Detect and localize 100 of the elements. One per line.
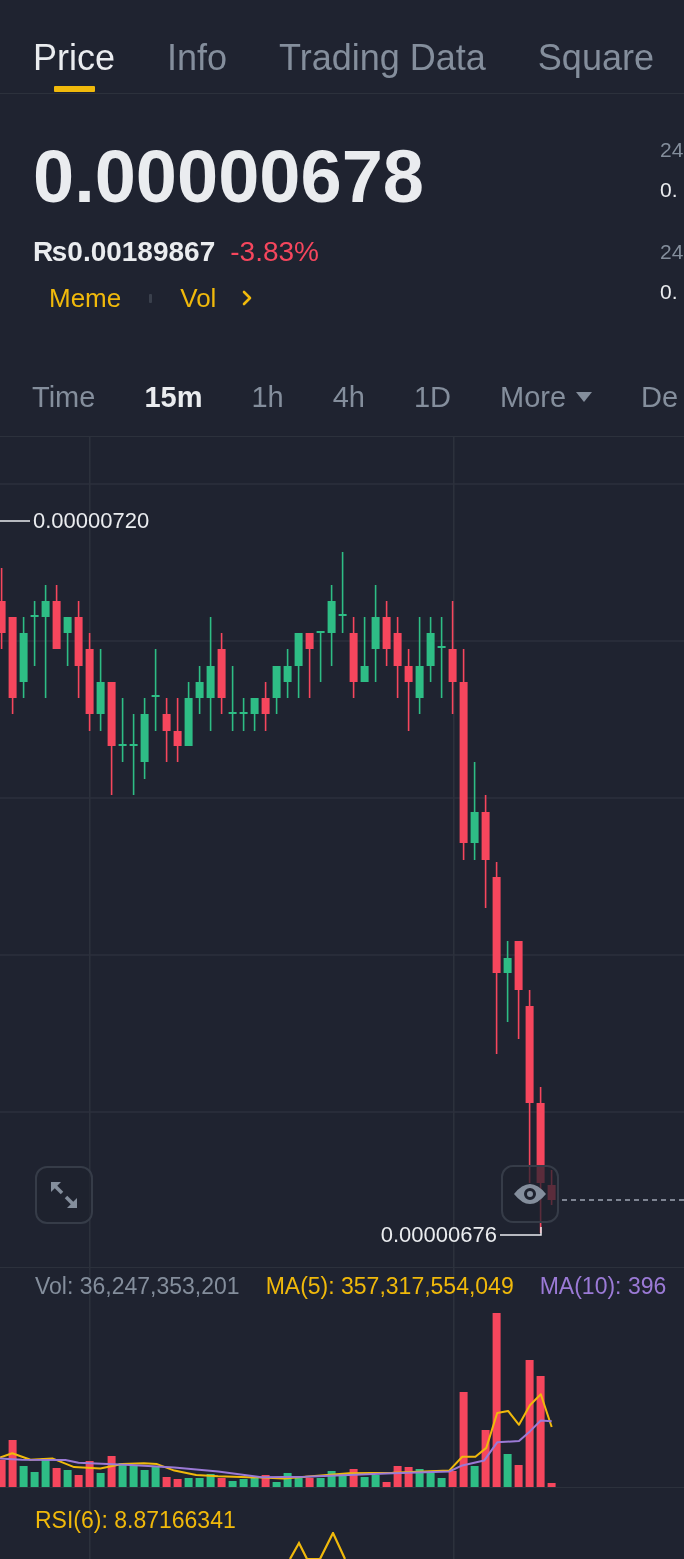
last-price: 0.00000678: [33, 140, 424, 214]
volume-bar: [415, 1469, 424, 1487]
candle: [316, 630, 325, 683]
chevron-right-icon: [242, 290, 253, 306]
volume-bar: [470, 1466, 479, 1487]
volume-bar: [129, 1465, 138, 1487]
indicator-reading: MA(10): 396: [539, 1272, 667, 1300]
candle: [184, 681, 193, 747]
volume-bar: [382, 1482, 391, 1487]
rsi-line: [289, 1532, 346, 1559]
candle: [294, 632, 303, 699]
candle: [118, 697, 127, 763]
volume-bar: [514, 1465, 523, 1487]
candle: [239, 697, 248, 732]
leader-line: [499, 1226, 542, 1236]
volume-bar: [371, 1475, 380, 1487]
expand-button[interactable]: [35, 1166, 93, 1224]
interval-tab[interactable]: 1h: [251, 379, 284, 415]
leader-line: [0, 520, 31, 522]
low-price-label: 0.00000676: [380, 1222, 497, 1248]
candle: [162, 697, 171, 763]
volume-bar: [305, 1478, 314, 1487]
volume-bar: [228, 1481, 237, 1487]
volume-bar: [547, 1483, 556, 1487]
fiat-price: ₨0.00189867: [33, 235, 216, 269]
volume-bar: [74, 1475, 83, 1487]
stat-label: 24: [660, 137, 684, 163]
candle: [195, 665, 204, 715]
volume-bar: [0, 1460, 6, 1487]
volume-bar: [448, 1471, 457, 1487]
candle: [272, 665, 281, 715]
eye-icon: [514, 1184, 546, 1204]
more-dropdown[interactable]: More: [500, 379, 593, 415]
volume-bar: [151, 1467, 160, 1487]
volume-bar: [206, 1474, 215, 1487]
candle: [360, 616, 369, 683]
candle: [52, 584, 61, 650]
volume-bar: [503, 1454, 512, 1487]
candle: [250, 697, 259, 732]
volume-bar: [85, 1461, 94, 1487]
price-change: -3.83%: [230, 235, 319, 269]
tab[interactable]: Info: [167, 0, 228, 93]
volume-bar: [107, 1456, 116, 1487]
interval-tab[interactable]: 4h: [332, 379, 365, 415]
volume-bar: [426, 1473, 435, 1487]
volume-bar: [272, 1482, 281, 1487]
volume-bar: [140, 1470, 149, 1487]
tab[interactable]: Price: [33, 0, 116, 93]
candle: [426, 616, 435, 683]
volume-bar: [316, 1478, 325, 1487]
expand-icon: [50, 1181, 78, 1209]
candle: [63, 616, 72, 667]
high-price-label: 0.00000720: [33, 508, 150, 534]
volume-bar: [63, 1470, 72, 1487]
volume-bar: [294, 1476, 303, 1487]
volume-bar: [118, 1463, 127, 1487]
rsi-reading: RSI(6): 8.87166341: [35, 1506, 236, 1535]
indicator-reading: Vol: 36,247,353,201: [35, 1272, 240, 1300]
indicator-reading: MA(5): 357,317,554,049: [265, 1272, 514, 1300]
volume-bar: [184, 1478, 193, 1487]
stat-value: 0.: [660, 279, 679, 305]
tag-link[interactable]: Meme: [49, 280, 122, 316]
interval-tab[interactable]: 15m: [144, 379, 203, 415]
volume-bar: [8, 1440, 17, 1487]
volume-bar: [437, 1478, 446, 1487]
volume-bar: [283, 1473, 292, 1487]
volume-bar: [393, 1466, 402, 1487]
tab[interactable]: Square: [537, 0, 654, 93]
candle: [305, 632, 314, 699]
candle: [173, 697, 182, 763]
interval-tab[interactable]: Time: [32, 379, 96, 415]
volume-bar: [481, 1430, 490, 1487]
volume-bar: [261, 1475, 270, 1487]
volume-bar: [30, 1472, 39, 1487]
tag-link[interactable]: Vol: [180, 280, 217, 316]
visibility-button[interactable]: [501, 1165, 559, 1223]
volume-bar: [239, 1479, 248, 1487]
candle: [382, 600, 391, 667]
volume-bar: [195, 1478, 204, 1487]
stat-label: 24: [660, 239, 684, 265]
caret-down-icon: [576, 392, 593, 402]
tab[interactable]: Trading Data: [279, 0, 486, 93]
interval-tab[interactable]: 1D: [413, 379, 452, 415]
volume-bar: [327, 1471, 336, 1487]
volume-bar: [217, 1478, 226, 1487]
volume-bar: [349, 1469, 358, 1487]
candle: [283, 648, 292, 699]
volume-bar: [250, 1478, 259, 1487]
candle: [261, 681, 270, 732]
candle: [228, 665, 237, 732]
volume-bar: [338, 1474, 347, 1487]
volume-bar: [404, 1467, 413, 1487]
volume-bar: [173, 1479, 182, 1487]
interval-tab[interactable]: De: [641, 379, 679, 415]
volume-bar: [360, 1477, 369, 1487]
volume-bar: [162, 1477, 171, 1487]
volume-bar: [52, 1468, 61, 1487]
volume-bar: [19, 1466, 28, 1487]
volume-bar: [41, 1458, 50, 1487]
stat-value: 0.: [660, 177, 679, 203]
